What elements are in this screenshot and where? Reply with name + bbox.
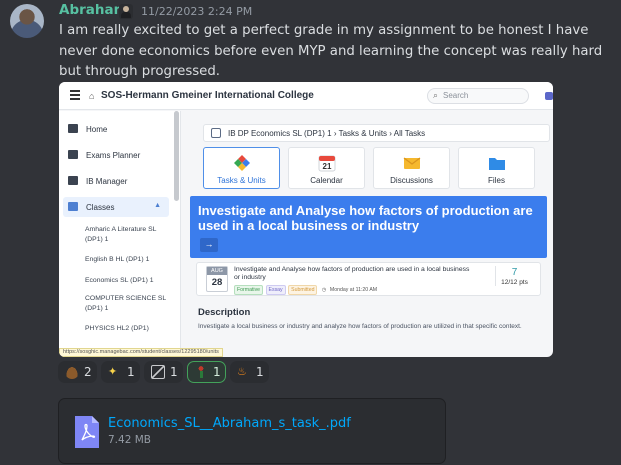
calendar-day: 21	[323, 162, 332, 171]
tag-formative: Formative	[234, 285, 264, 295]
class-item: COMPUTER SCIENCE SL (DP1) 1	[85, 295, 166, 312]
role-icon	[119, 4, 133, 19]
sidebar-item-home: Home	[68, 124, 107, 134]
reaction-person[interactable]: 1	[187, 361, 226, 383]
file-attachment: Economics_SL__Abraham_s_task_.pdf 7.42 M…	[58, 398, 446, 464]
reaction-count: 1	[213, 365, 221, 379]
class-item: Amharic A Literature SL (DP1) 1	[85, 226, 157, 243]
score-points: 12/12 pts	[501, 279, 528, 286]
breadcrumb-class: IB DP Economics SL (DP1) 1	[228, 129, 332, 138]
sidebar-label: Classes	[86, 203, 115, 212]
class-item: PHYSICS HL2 (DP1)	[85, 325, 149, 332]
task-card: AUG 28 Investigate and Analyse how facto…	[196, 262, 541, 296]
message-timestamp: 11/22/2023 2:24 PM	[141, 5, 253, 18]
description-heading: Description	[198, 307, 251, 318]
task-banner: Investigate and Analyse how factors of p…	[190, 196, 547, 258]
task-title: Investigate and Analyse how factors of p…	[234, 266, 470, 281]
sparkles-icon: ✦	[108, 365, 118, 378]
grid-icon	[68, 124, 78, 133]
sidebar-label: Home	[86, 125, 108, 134]
reaction-count: 1	[170, 365, 178, 379]
tile-tasks-units: Tasks & Units	[203, 147, 280, 189]
sidebar-scrollbar	[174, 111, 179, 201]
attached-screenshot[interactable]: ⌂ SOS-Hermann Gmeiner International Coll…	[59, 82, 553, 357]
cowboy-hat-icon	[65, 365, 79, 379]
pdf-file-icon	[75, 416, 99, 448]
attachment-size: 7.42 MB	[108, 434, 151, 446]
description-text: Investigate a local business or industry…	[198, 323, 522, 330]
sidebar-label: IB Manager	[86, 177, 128, 186]
reaction-cowboy-hat[interactable]: 2	[58, 361, 97, 383]
clock-icon: ◷	[321, 287, 327, 293]
class-item: Economics SL (DP1) 1	[85, 277, 154, 284]
tile-calendar: 21 Calendar	[288, 147, 365, 189]
classes-icon	[68, 202, 78, 211]
envelope-icon	[403, 157, 421, 169]
message-text: I am really excited to get a perfect gra…	[59, 23, 603, 79]
breadcrumb: IB DP Economics SL (DP1) 1 › Tasks & Uni…	[203, 124, 550, 142]
user-avatar[interactable]	[10, 4, 44, 38]
reaction-count: 1	[127, 365, 135, 379]
screenshot-main: IB DP Economics SL (DP1) 1 › Tasks & Uni…	[190, 122, 553, 357]
tile-label: Files	[488, 176, 505, 185]
school-name: SOS-Hermann Gmeiner International Colleg…	[101, 90, 314, 101]
tag-submitted: Submitted	[288, 285, 318, 295]
reaction-count: 2	[84, 365, 92, 379]
chevron-up-icon: ▲	[154, 202, 161, 209]
task-tags: Formative Essay Submitted ◷ Monday at 11…	[234, 285, 377, 295]
reaction-fire[interactable]: ♨ 1	[230, 361, 269, 383]
tile-label: Tasks & Units	[217, 176, 266, 185]
search-icon: ⌕	[433, 90, 439, 100]
username[interactable]: Abraham	[59, 2, 128, 18]
screenshot-search-box: ⌕ Search	[427, 88, 529, 104]
home-icon: ⌂	[89, 91, 95, 101]
class-icon	[211, 128, 221, 138]
search-placeholder: Search	[443, 91, 469, 100]
tasks-units-icon	[234, 155, 250, 171]
fire-icon: ♨	[237, 365, 247, 378]
breadcrumb-section: Tasks & Units	[338, 129, 388, 138]
tile-files: Files	[458, 147, 535, 189]
task-date: AUG 28	[206, 266, 228, 292]
hamburger-menu-icon	[70, 90, 80, 100]
tag-essay: Essay	[265, 285, 286, 295]
sidebar-item-classes: Classes ▲	[63, 197, 169, 217]
breadcrumb-page: All Tasks	[393, 129, 426, 138]
calendar-icon	[68, 150, 78, 159]
attachment-filename-link[interactable]: Economics_SL__Abraham_s_task_.pdf	[108, 416, 351, 431]
arrow-right-icon: →	[200, 238, 218, 252]
sidebar-label: Exams Planner	[86, 151, 141, 160]
tile-discussions: Discussions	[373, 147, 450, 189]
add-icon	[545, 92, 553, 100]
task-due: Monday at 11:20 AM	[329, 287, 378, 293]
book-icon	[68, 176, 78, 185]
tile-label: Discussions	[390, 176, 433, 185]
folder-icon	[489, 158, 505, 170]
picture-frame-icon	[151, 365, 165, 379]
reaction-sparkles[interactable]: ✦ 1	[101, 361, 140, 383]
task-day: 28	[211, 277, 223, 288]
reaction-picture-frame[interactable]: 1	[144, 361, 183, 383]
class-item: English B HL (DP1) 1	[85, 256, 150, 263]
banner-title: Investigate and Analyse how factors of p…	[198, 203, 533, 233]
person-icon	[194, 365, 208, 379]
calendar-icon: 21	[318, 155, 336, 172]
screenshot-topbar: ⌂ SOS-Hermann Gmeiner International Coll…	[59, 82, 553, 110]
reaction-count: 1	[256, 365, 264, 379]
score-value: 7	[511, 267, 518, 278]
sidebar-item-ib-manager: IB Manager	[68, 176, 127, 186]
tile-label: Calendar	[310, 176, 343, 185]
sidebar-item-exams-planner: Exams Planner	[68, 150, 140, 160]
task-month: AUG	[207, 267, 227, 275]
task-score: 7 12/12 pts	[495, 266, 533, 286]
